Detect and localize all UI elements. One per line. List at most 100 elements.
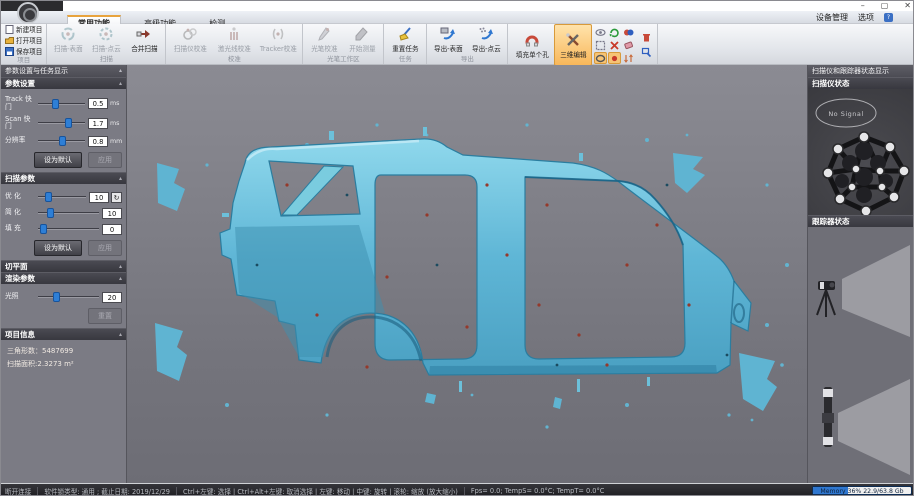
- app-logo-icon[interactable]: [17, 2, 39, 24]
- left-panel-title: 参数设置与任务显示 ▴: [1, 65, 126, 77]
- fill-row: 填 充 0: [5, 223, 122, 235]
- set-default-button[interactable]: 设为默认: [34, 240, 82, 256]
- collapse-icon: ▴: [119, 78, 122, 89]
- tracker-1-fov: [817, 245, 910, 337]
- mouse-hints: Ctrl+左键: 选择 | Ctrl+Alt+左键: 取消选择 | 左键: 移动…: [183, 486, 458, 496]
- close-button[interactable]: ✕: [904, 1, 911, 11]
- merge-scan-icon: [136, 26, 152, 42]
- minimize-button[interactable]: –: [861, 1, 865, 11]
- scan-area: 扫描面积:2.3273 m²: [7, 359, 120, 369]
- stylus-calibration-button[interactable]: 光笔校准: [305, 24, 343, 55]
- lasso-select-icon[interactable]: [594, 52, 607, 64]
- fps-temp-stats: Fps= 0.0; TempS= 0.0°C; TempT= 0.0°C: [471, 487, 605, 495]
- ribbon-group-export: 导出-表面 导出-点云 导出: [427, 24, 508, 64]
- section-header-tracker-status[interactable]: 跟踪器状态: [808, 215, 914, 227]
- lighting-value[interactable]: 20: [102, 292, 122, 303]
- eraser-icon[interactable]: [622, 39, 635, 51]
- simplify-slider[interactable]: [38, 207, 99, 219]
- refresh-optimize-button[interactable]: ↻: [111, 192, 122, 203]
- magnify-table-icon[interactable]: [640, 46, 653, 59]
- right-panel-title: 扫描仪和跟踪器状态显示: [808, 65, 914, 77]
- merge-scan-button[interactable]: 合并扫描: [125, 24, 163, 55]
- section-header-render-params[interactable]: 渲染参数 ▴: [1, 272, 126, 284]
- ribbon: 新建项目 打开项目 保存项目 项目 扫描-表面: [1, 24, 914, 65]
- export-surface-button[interactable]: 导出-表面: [429, 24, 467, 55]
- collapse-icon: ▴: [119, 261, 122, 272]
- track-shutter-slider[interactable]: [38, 98, 85, 110]
- scan-shutter-slider[interactable]: [38, 117, 85, 129]
- open-project-button[interactable]: 打开项目: [3, 35, 44, 45]
- maximize-button[interactable]: ▢: [881, 1, 889, 11]
- save-project-button[interactable]: 保存项目: [3, 46, 44, 56]
- resolution-row: 分辨率 0.8 mm: [5, 135, 122, 147]
- lighting-row: 光照 20: [5, 291, 122, 303]
- scan-surface-button[interactable]: 扫描-表面: [49, 24, 87, 55]
- 3d-edit-button[interactable]: 三维编辑: [554, 24, 592, 66]
- scanner-calibration-button[interactable]: 扫描仪校准: [168, 24, 212, 55]
- ribbon-tabstrip: 常用功能 高级功能 检测 设备管理 选项 ?: [1, 11, 914, 24]
- scan-shutter-value[interactable]: 1.7: [88, 118, 108, 129]
- collapse-icon[interactable]: ▴: [119, 65, 122, 77]
- overlap-circles-icon[interactable]: [622, 26, 635, 38]
- stylus-icon: [316, 26, 332, 42]
- export-surface-icon: [440, 26, 456, 42]
- optimize-row: 优 化 10 ↻: [5, 191, 122, 203]
- refresh-selection-icon[interactable]: [608, 26, 621, 38]
- sort-order-icon[interactable]: [622, 52, 635, 64]
- ribbon-group-calibration: 扫描仪校准 激光线校准 Tracker校准 校准: [166, 24, 303, 64]
- crossed-tools-icon: [565, 32, 581, 48]
- lighting-slider[interactable]: [38, 291, 99, 303]
- no-signal-label: No Signal: [828, 110, 863, 118]
- delete-all-icon[interactable]: [640, 31, 653, 44]
- rect-select-icon[interactable]: [594, 39, 607, 51]
- car-body-scan: [127, 65, 807, 483]
- apply-button[interactable]: 应用: [88, 152, 122, 168]
- menu-options[interactable]: 选项: [858, 12, 874, 23]
- section-render-params: 光照 20 重置: [1, 284, 126, 328]
- optimize-value[interactable]: 10: [89, 192, 109, 203]
- apply-button[interactable]: 应用: [88, 240, 122, 256]
- application-window: – ▢ ✕ 常用功能 高级功能 检测 设备管理 选项 ? 新建项目: [0, 0, 914, 496]
- delete-selection-icon[interactable]: [608, 39, 621, 51]
- section-header-clip-plane[interactable]: 切平面 ▴: [1, 260, 126, 272]
- section-header-project-info[interactable]: 项目信息 ▴: [1, 328, 126, 340]
- section-header-scanner-status[interactable]: 扫描仪状态: [808, 77, 914, 89]
- scanner-tracker-panel: 扫描仪和跟踪器状态显示 扫描仪状态 No Signal: [807, 65, 914, 483]
- new-project-button[interactable]: 新建项目: [3, 24, 44, 34]
- optimize-slider[interactable]: [38, 191, 86, 203]
- tracker-2-device-icon: [822, 387, 834, 447]
- ribbon-group-scan: 扫描-表面 扫描-点云 合并扫描 扫描: [47, 24, 166, 64]
- set-default-button[interactable]: 设为默认: [34, 152, 82, 168]
- track-shutter-value[interactable]: 0.5: [88, 98, 108, 109]
- export-pointcloud-button[interactable]: 导出-点云: [467, 24, 505, 55]
- fill-single-hole-button[interactable]: 填充单个孔: [510, 24, 554, 66]
- scan-pointcloud-button[interactable]: 扫描-点云: [87, 24, 125, 55]
- section-header-scan-params[interactable]: 扫描参数 ▴: [1, 172, 126, 184]
- style-badge-icon[interactable]: ?: [884, 13, 893, 22]
- start-measure-button[interactable]: 开始测量: [343, 24, 381, 55]
- section-header-parameters[interactable]: 参数设置 ▴: [1, 77, 126, 89]
- section-scan-params: 优 化 10 ↻ 简 化 10 填 充 0 设为默认 应用: [1, 184, 126, 260]
- collapse-icon: ▴: [119, 173, 122, 184]
- resolution-value[interactable]: 0.8: [88, 136, 108, 147]
- broom-icon: [397, 26, 413, 42]
- fill-value[interactable]: 0: [102, 224, 122, 235]
- menu-device-management[interactable]: 设备管理: [816, 12, 848, 23]
- tracker-calibration-icon: [270, 26, 286, 42]
- brush-select-icon[interactable]: [608, 52, 621, 64]
- fill-slider[interactable]: [38, 223, 99, 235]
- fill-hole-icon: [524, 32, 540, 48]
- tracker-2-fov: [822, 379, 910, 475]
- viewport-3d[interactable]: [127, 65, 807, 483]
- collapse-icon: ▴: [119, 273, 122, 284]
- tracker-calibration-button[interactable]: Tracker校准: [256, 24, 300, 55]
- reset-task-button[interactable]: 重置任务: [386, 24, 424, 55]
- new-document-icon: [5, 25, 14, 34]
- statusbar: 断开连接 软件锁类型: 通用 ; 截止日期: 2019/12/29 Ctrl+左…: [1, 484, 914, 496]
- resolution-slider[interactable]: [38, 135, 85, 147]
- laser-calibration-button[interactable]: 激光线校准: [212, 24, 256, 55]
- reset-button[interactable]: 重置: [88, 308, 122, 324]
- laser-lines-icon: [226, 26, 242, 42]
- show-hide-icon[interactable]: [594, 26, 607, 38]
- simplify-value[interactable]: 10: [102, 208, 122, 219]
